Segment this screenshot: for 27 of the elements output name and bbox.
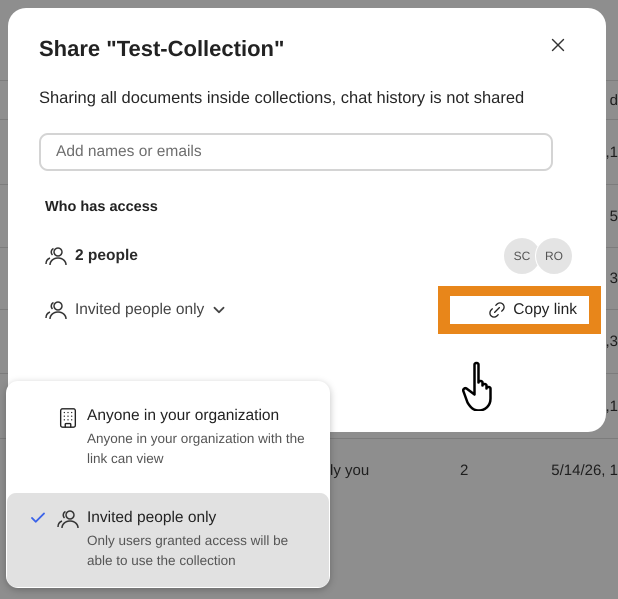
- menu-item[interactable]: Anyone in your organization Anyone in your organization with the link can view: [7, 391, 329, 485]
- table-cell-text: ly you: [329, 462, 370, 479]
- table-cell-text: 2: [459, 462, 468, 479]
- menu-item-description: Anyone in your organization with the link can view: [87, 430, 306, 468]
- search-field[interactable]: Add names or emails: [39, 133, 553, 171]
- table-cell: 5: [610, 208, 618, 224]
- section-heading: Who has access: [44, 199, 159, 215]
- access-dropdown[interactable]: Invited people only: [75, 301, 228, 319]
- table-cell: ,3: [605, 333, 618, 350]
- people-icon: [45, 300, 67, 320]
- menu-item[interactable]: Invited people only Only users granted access will be able to use the collection: [7, 493, 329, 587]
- copy-link-button[interactable]: Copy link: [450, 296, 589, 324]
- table-cell: ,1: [605, 144, 618, 160]
- people-icon: [57, 509, 79, 529]
- avatar: RO: [535, 237, 573, 275]
- table-cell: 3: [610, 270, 618, 287]
- table-cell: d: [610, 92, 618, 108]
- people-count: 2 people: [75, 247, 138, 265]
- dialog-title: Share "Test-Collection": [39, 36, 284, 62]
- dialog-description: Sharing all documents inside collections, chat history is not shared: [39, 88, 526, 109]
- table-cell: 5/14/26, 1: [551, 462, 618, 479]
- menu-item-description: Only users granted access will be able to use the collection: [87, 532, 290, 570]
- menu-item-title: Invited people only: [87, 509, 218, 527]
- menu-item-title: Anyone in your organization: [87, 407, 280, 425]
- table-cell: ,1: [605, 398, 618, 414]
- people-icon: [45, 246, 67, 266]
- building-icon: [57, 407, 79, 429]
